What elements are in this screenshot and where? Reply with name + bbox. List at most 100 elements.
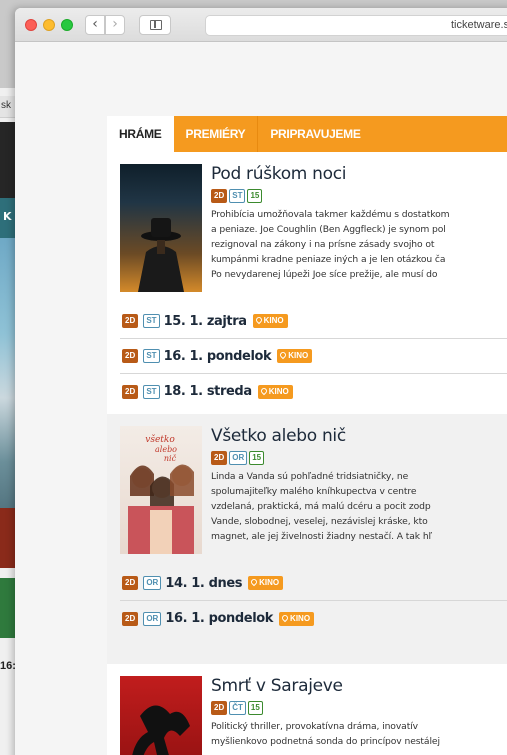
background-green-block <box>0 578 15 638</box>
kino-label: KINO <box>268 386 289 396</box>
forward-button[interactable]: › <box>105 15 125 35</box>
screening-row[interactable]: 2D ST 16. 1. pondelok KINO <box>120 339 507 374</box>
background-window: sk K 16: <box>0 88 16 755</box>
language-badge: OR <box>143 611 162 626</box>
kino-button[interactable]: KINO <box>248 576 284 590</box>
language-badge: ST <box>229 189 246 203</box>
sidebar-toggle-button[interactable] <box>139 15 171 35</box>
kino-label: KINO <box>259 578 280 587</box>
language-badge: OR <box>229 451 248 465</box>
movie-title[interactable]: Smrť v Sarajeve <box>211 676 507 696</box>
description-line: Politický thriller, provokatívna dráma, … <box>211 721 418 732</box>
description-line: Po nevydarenej lúpeži Joe síce prežije, … <box>211 269 438 280</box>
location-pin-icon <box>259 386 268 395</box>
movie-title[interactable]: Všetko alebo nič <box>211 426 507 446</box>
description-line: rezignoval na zákony i na prísne zásady … <box>211 239 435 250</box>
movie-badges: 2D ST 15 <box>211 189 507 203</box>
age-rating-badge: 15 <box>247 189 263 203</box>
screening-date[interactable]: 15. 1. zajtra <box>164 314 247 329</box>
movie-poster[interactable] <box>120 676 202 755</box>
title-bar: ‹ › ticketware.s <box>15 8 507 42</box>
description-line: myšlienkovo podnetná sonda do princípov … <box>211 736 440 747</box>
background-time: 16: <box>0 660 16 672</box>
movie-card: Pod rúškom noci 2D ST 15 Prohibícia umož… <box>107 152 507 414</box>
minimize-window-button[interactable] <box>43 19 55 31</box>
kino-button[interactable]: KINO <box>279 611 315 626</box>
movie-badges: 2D OR 15 <box>211 451 507 465</box>
description-line: vzdelaná, praktická, má malú dcéru a poc… <box>211 501 431 512</box>
format-badge: 2D <box>122 384 139 399</box>
format-badge: 2D <box>211 189 228 203</box>
format-badge: 2D <box>211 701 228 715</box>
close-window-button[interactable] <box>25 19 37 31</box>
age-rating-badge: 15 <box>247 701 263 715</box>
screening-row[interactable]: 2D OR 16. 1. pondelok KINO <box>120 601 507 636</box>
description-line: Prohibícia umožňovala takmer každému s d… <box>211 209 450 220</box>
kino-button[interactable]: KINO <box>277 349 313 363</box>
format-badge: 2D <box>122 576 139 590</box>
movie-card: Smrť v Sarajeve 2D ČT 15 Politický thril… <box>107 664 507 755</box>
tab-hrame[interactable]: HRÁME <box>107 116 174 152</box>
poster-image: všetko alebo nič <box>128 434 194 554</box>
kino-button[interactable]: KINO <box>257 384 293 399</box>
screening-date[interactable]: 18. 1. streda <box>164 384 253 399</box>
location-pin-icon <box>280 613 290 622</box>
age-rating-badge: 15 <box>249 451 265 465</box>
kino-label: KINO <box>288 351 309 360</box>
language-badge: ČT <box>229 701 246 715</box>
description-line: kumpánmi kradne peniaze iných a je len o… <box>211 254 446 265</box>
format-badge: 2D <box>211 451 228 465</box>
browser-window: ‹ › ticketware.s HRÁME PREMIÉRY PRIPRAVU… <box>15 8 507 755</box>
description-line: a peniaze. Joe Coughlin (Ben Aggfleck) j… <box>211 224 446 235</box>
zoom-window-button[interactable] <box>61 19 73 31</box>
address-bar[interactable]: ticketware.s <box>205 15 507 36</box>
sidebar-icon <box>150 20 162 30</box>
location-pin-icon <box>279 350 288 360</box>
location-pin-icon <box>254 315 263 325</box>
background-red-block <box>0 508 15 568</box>
tab-pripravujeme[interactable]: PRIPRAVUJEME <box>258 116 372 152</box>
movie-title[interactable]: Pod rúškom noci <box>211 164 507 184</box>
kino-label: KINO <box>290 613 311 623</box>
description-line: spolumajiteľky malého kníhkupectva v cen… <box>211 486 417 497</box>
back-button[interactable]: ‹ <box>85 15 105 35</box>
screening-list: 2D ST 15. 1. zajtra KINO 2D ST 16. 1. po… <box>120 292 507 409</box>
background-tab[interactable]: sk <box>0 96 15 118</box>
svg-text:všetko: všetko <box>145 434 175 445</box>
description-line: magnet, ale jej živelnosti žiadny nestač… <box>211 531 432 542</box>
screening-row[interactable]: 2D ST 15. 1. zajtra KINO <box>120 304 507 339</box>
screening-date[interactable]: 14. 1. dnes <box>165 576 242 591</box>
kino-button[interactable]: KINO <box>252 314 288 328</box>
screening-row[interactable]: 2D OR 14. 1. dnes KINO <box>120 566 507 601</box>
location-pin-icon <box>249 577 259 587</box>
language-badge: ST <box>143 349 160 363</box>
kino-label: KINO <box>263 316 284 325</box>
movie-card: všetko alebo nič Všetko alebo nič 2D OR … <box>107 414 507 664</box>
svg-text:nič: nič <box>164 454 177 463</box>
svg-text:alebo: alebo <box>155 445 177 454</box>
program-tabs: HRÁME PREMIÉRY PRIPRAVUJEME <box>107 116 507 152</box>
format-badge: 2D <box>122 611 139 626</box>
screening-row[interactable]: 2D ST 18. 1. streda KINO <box>120 374 507 409</box>
background-letter: K <box>3 210 12 223</box>
movie-description: Linda a Vanda sú pohľadné tridsiatničky,… <box>211 469 507 544</box>
description-line: Vande, slobodnej, veselej, nezávislej kr… <box>211 516 428 527</box>
screening-date[interactable]: 16. 1. pondelok <box>164 349 272 364</box>
movie-badges: 2D ČT 15 <box>211 701 507 715</box>
page-viewport: HRÁME PREMIÉRY PRIPRAVUJEME Pod rúškom n… <box>15 43 507 755</box>
format-badge: 2D <box>122 314 139 328</box>
language-badge: OR <box>143 576 162 590</box>
screening-date[interactable]: 16. 1. pondelok <box>165 611 273 626</box>
movie-poster[interactable] <box>120 164 202 292</box>
format-badge: 2D <box>122 349 139 363</box>
movie-description: Politický thriller, provokatívna dráma, … <box>211 719 507 749</box>
movie-description: Prohibícia umožňovala takmer každému s d… <box>211 207 507 282</box>
description-line: Linda a Vanda sú pohľadné tridsiatničky,… <box>211 471 409 482</box>
language-badge: ST <box>143 384 160 399</box>
tab-premiery[interactable]: PREMIÉRY <box>174 116 259 152</box>
movie-poster[interactable]: všetko alebo nič <box>120 426 202 554</box>
program-panel: HRÁME PREMIÉRY PRIPRAVUJEME Pod rúškom n… <box>107 116 507 755</box>
language-badge: ST <box>143 314 160 328</box>
poster-image <box>132 705 190 755</box>
poster-image <box>138 218 184 292</box>
